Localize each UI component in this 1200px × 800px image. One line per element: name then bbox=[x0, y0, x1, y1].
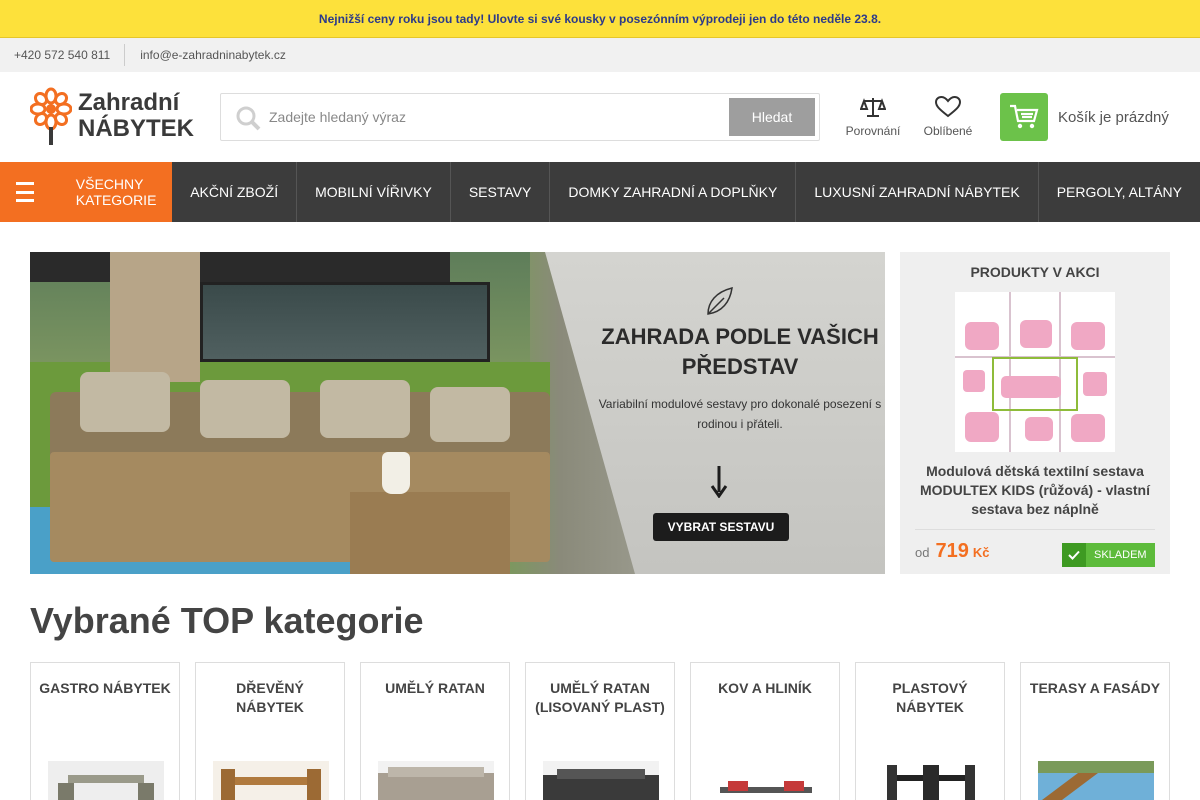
category-card-drevo[interactable]: DŘEVĚNÝ NÁBYTEK bbox=[195, 662, 345, 800]
favorites-button[interactable]: Oblíbené bbox=[918, 96, 978, 138]
nav-item-domky[interactable]: DOMKY ZAHRADNÍ A DOPLŇKY bbox=[550, 162, 797, 222]
product-image[interactable] bbox=[955, 292, 1115, 452]
hero-roof bbox=[30, 252, 450, 282]
product-name-link[interactable]: Modulová dětská textilní sestava MODULTE… bbox=[912, 462, 1158, 519]
category-thumbnail bbox=[213, 761, 329, 800]
category-thumbnail bbox=[1038, 761, 1154, 800]
hero-vase bbox=[382, 452, 410, 494]
divider bbox=[915, 529, 1155, 530]
category-thumbnail bbox=[873, 761, 989, 800]
product-price: od 719 Kč bbox=[915, 540, 989, 563]
promo-text: Nejnižší ceny roku jsou tady! Ulovte si … bbox=[318, 11, 882, 26]
check-icon bbox=[1062, 543, 1086, 567]
category-label: UMĚLÝ RATAN bbox=[385, 680, 485, 696]
category-thumbnail bbox=[708, 761, 824, 800]
cart-icon bbox=[1010, 104, 1039, 129]
category-card-ratan[interactable]: UMĚLÝ RATAN bbox=[360, 662, 510, 800]
arrow-down-icon bbox=[710, 466, 728, 498]
nav-item-akcni-zbozi[interactable]: AKČNÍ ZBOŽÍ bbox=[172, 162, 298, 222]
product-image-graphic bbox=[955, 292, 1115, 452]
price-prefix: od bbox=[915, 545, 930, 560]
cart-label: Košík je prázdný bbox=[1058, 108, 1169, 126]
category-label: KOV A HLINÍK bbox=[718, 680, 812, 696]
category-thumbnail bbox=[48, 761, 164, 800]
price-currency: Kč bbox=[972, 545, 990, 560]
header: Zahradní NÁBYTEK Hledat Porovnání Oblíbe… bbox=[0, 72, 1200, 162]
hero-cushion bbox=[200, 380, 290, 438]
email-link[interactable]: info@e-zahradninabytek.cz bbox=[125, 48, 286, 62]
category-card-plast[interactable]: PLASTOVÝ NÁBYTEK bbox=[855, 662, 1005, 800]
all-categories-button[interactable]: VŠECHNY KATEGORIE bbox=[0, 162, 173, 222]
hero-cushion bbox=[430, 387, 510, 442]
category-label: TERASY A FASÁDY bbox=[1029, 680, 1161, 696]
hero-banner[interactable]: ZAHRADA PODLE VAŠICH PŘEDSTAV Variabilní… bbox=[30, 252, 885, 574]
hero-subline: Variabilní modulové sestavy pro dokonalé… bbox=[598, 397, 882, 431]
hero-window bbox=[200, 282, 490, 362]
logo-line-2: NÁBYTEK bbox=[78, 115, 195, 142]
category-card-kov[interactable]: KOV A HLINÍK bbox=[690, 662, 840, 800]
category-label: GASTRO NÁBYTEK bbox=[39, 680, 171, 696]
hamburger-menu-icon bbox=[16, 182, 34, 202]
scale-icon bbox=[860, 98, 886, 117]
search-bar: Hledat bbox=[220, 93, 820, 141]
site-logo[interactable]: Zahradní NÁBYTEK bbox=[30, 86, 210, 146]
category-card-ratan-plast[interactable]: UMĚLÝ RATAN (LISOVANÝ PLAST) bbox=[525, 662, 675, 800]
hero-cushion bbox=[320, 380, 410, 438]
nav-item-pergoly[interactable]: PERGOLY, ALTÁNY bbox=[1039, 162, 1200, 222]
search-input[interactable] bbox=[269, 102, 719, 132]
hero-stone-wall bbox=[110, 252, 200, 382]
price-value: 719 bbox=[935, 540, 969, 562]
cart-icon-box bbox=[1000, 93, 1048, 141]
hero-table bbox=[350, 492, 510, 574]
compare-label: Porovnání bbox=[845, 124, 901, 138]
heart-icon bbox=[935, 96, 961, 118]
promo-banner: Nejnižší ceny roku jsou tady! Ulovte si … bbox=[0, 0, 1200, 38]
favorites-label: Oblíbené bbox=[923, 124, 973, 138]
category-label: PLASTOVÝ NÁBYTEK bbox=[892, 680, 968, 715]
flower-logo-icon bbox=[30, 87, 72, 145]
all-categories-label: VŠECHNY KATEGORIE bbox=[75, 176, 157, 208]
stock-badge: SKLADEM bbox=[1062, 543, 1155, 567]
hero-cushion bbox=[80, 372, 170, 432]
search-button[interactable]: Hledat bbox=[729, 98, 815, 136]
main-navigation: VŠECHNY KATEGORIE AKČNÍ ZBOŽÍ MOBILNÍ VÍ… bbox=[0, 162, 1200, 222]
category-thumbnail bbox=[543, 761, 659, 800]
compare-button[interactable]: Porovnání bbox=[843, 96, 903, 138]
category-thumbnail bbox=[378, 761, 494, 800]
promo-products-title: PRODUKTY V AKCI bbox=[970, 264, 1100, 280]
leaf-icon bbox=[707, 287, 733, 315]
cart-button[interactable]: Košík je prázdný bbox=[1000, 93, 1169, 141]
hero-headline: ZAHRADA PODLE VAŠICH PŘEDSTAV bbox=[601, 324, 879, 379]
stock-label: SKLADEM bbox=[1094, 549, 1147, 561]
logo-line-1: Zahradní bbox=[78, 89, 180, 116]
category-card-gastro[interactable]: GASTRO NÁBYTEK bbox=[30, 662, 180, 800]
search-icon bbox=[236, 106, 261, 131]
choose-set-button[interactable]: VYBRAT SESTAVU bbox=[653, 513, 789, 541]
promo-products-box: PRODUKTY V AKCI Modulová dětská textilní… bbox=[900, 252, 1170, 574]
phone-link[interactable]: +420 572 540 811 bbox=[0, 44, 126, 66]
contact-bar: +420 572 540 811 info@e-zahradninabytek.… bbox=[0, 38, 1200, 72]
nav-item-mobilni-virivky[interactable]: MOBILNÍ VÍŘIVKY bbox=[297, 162, 451, 222]
nav-item-luxusni[interactable]: LUXUSNÍ ZAHRADNÍ NÁBYTEK bbox=[796, 162, 1039, 222]
top-categories-title: Vybrané TOP kategorie bbox=[30, 600, 424, 641]
category-label: UMĚLÝ RATAN (LISOVANÝ PLAST) bbox=[535, 680, 665, 715]
nav-item-sestavy[interactable]: SESTAVY bbox=[451, 162, 551, 222]
category-card-terasy[interactable]: TERASY A FASÁDY bbox=[1020, 662, 1170, 800]
category-label: DŘEVĚNÝ NÁBYTEK bbox=[236, 680, 304, 715]
